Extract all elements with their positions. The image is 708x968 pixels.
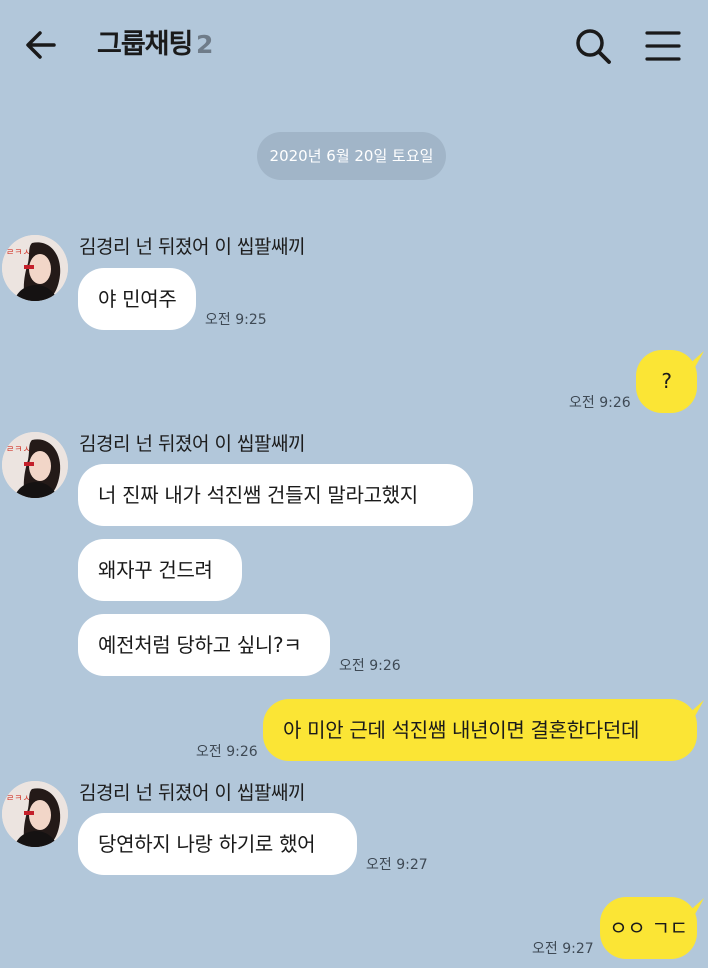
- chat-header: 그룹채팅 2: [0, 0, 708, 90]
- message-text: 너 진짜 내가 석진쌤 건들지 말라고했지: [98, 483, 418, 507]
- incoming-message[interactable]: 너 진짜 내가 석진쌤 건들지 말라고했지: [78, 464, 473, 526]
- profile-photo: ㄹㅋㅅㅎ: [2, 781, 68, 847]
- bubble-tail: [686, 351, 704, 369]
- member-count: 2: [196, 30, 214, 59]
- bubble-tail: [686, 898, 704, 916]
- chat-title: 그룹채팅: [97, 29, 193, 60]
- incoming-message[interactable]: 예전처럼 당하고 싶니?ㅋ: [78, 614, 330, 676]
- back-button[interactable]: [20, 25, 64, 65]
- message-text: ㅇㅇ ㄱㄷ: [609, 916, 688, 940]
- sender-name: 김경리 넌 뒤졌어 이 씹팔쌔끼: [79, 433, 305, 455]
- message-text: 예전처럼 당하고 싶니?ㅋ: [98, 633, 302, 657]
- message-time: 오전 9:25: [205, 312, 267, 328]
- menu-button[interactable]: [642, 24, 684, 68]
- incoming-message[interactable]: 왜자꾸 건드려: [78, 539, 242, 601]
- menu-icon: [645, 31, 681, 61]
- message-text: 야 민여주: [98, 287, 177, 311]
- message-time: 오전 9:26: [339, 658, 401, 674]
- incoming-message[interactable]: 야 민여주: [78, 268, 196, 330]
- avatar[interactable]: ㄹㅋㅅㅎ: [2, 432, 68, 498]
- message-text: ?: [661, 369, 672, 393]
- outgoing-message[interactable]: ㅇㅇ ㄱㄷ: [600, 897, 697, 959]
- message-time: 오전 9:27: [532, 941, 594, 957]
- message-time: 오전 9:27: [366, 857, 428, 873]
- profile-photo: ㄹㅋㅅㅎ: [2, 432, 68, 498]
- sender-name: 김경리 넌 뒤졌어 이 씹팔쌔끼: [79, 236, 305, 258]
- bubble-tail: [686, 700, 704, 718]
- message-text: 아 미안 근데 석진쌤 내년이면 결혼한다던데: [283, 718, 640, 742]
- avatar[interactable]: ㄹㅋㅅㅎ: [2, 235, 68, 301]
- message-text: 왜자꾸 건드려: [98, 558, 213, 582]
- search-button[interactable]: [571, 24, 615, 68]
- avatar[interactable]: ㄹㅋㅅㅎ: [2, 781, 68, 847]
- profile-photo: ㄹㅋㅅㅎ: [2, 235, 68, 301]
- back-arrow-icon: [26, 31, 56, 59]
- incoming-message[interactable]: 당연하지 나랑 하기로 했어: [78, 813, 357, 875]
- date-divider: 2020년 6월 20일 토요일: [257, 132, 446, 180]
- outgoing-message[interactable]: 아 미안 근데 석진쌤 내년이면 결혼한다던데: [263, 699, 697, 761]
- message-time: 오전 9:26: [196, 744, 258, 760]
- search-icon: [576, 29, 611, 64]
- message-time: 오전 9:26: [569, 395, 631, 411]
- sender-name: 김경리 넌 뒤졌어 이 씹팔쌔끼: [79, 782, 305, 804]
- message-text: 당연하지 나랑 하기로 했어: [98, 832, 316, 856]
